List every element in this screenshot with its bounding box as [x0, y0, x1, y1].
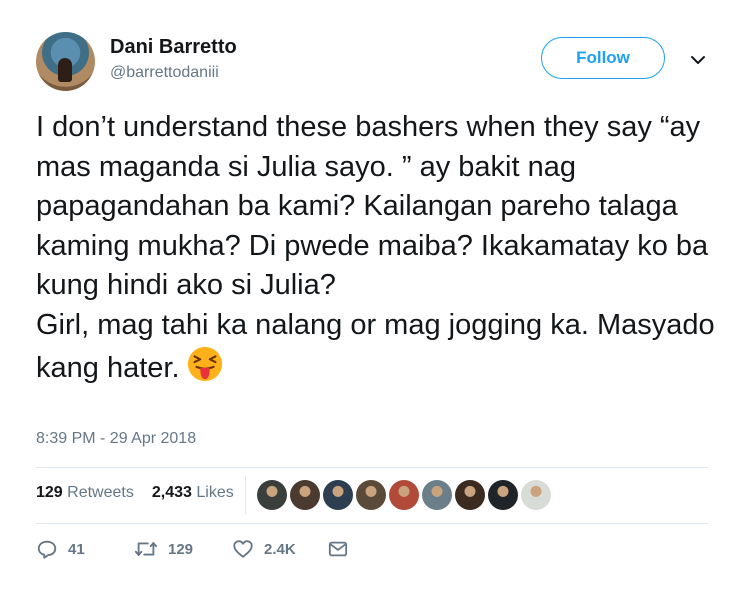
chevron-down-icon[interactable] [688, 50, 708, 70]
divider [36, 523, 708, 524]
tweet-timestamp[interactable]: 8:39 PM - 29 Apr 2018 [36, 430, 196, 448]
follow-button[interactable]: Follow [541, 37, 665, 79]
like-count: 2.4K [264, 540, 296, 558]
heart-icon [233, 540, 253, 558]
reply-icon [37, 540, 57, 559]
divider [36, 467, 708, 468]
liker-avatar[interactable] [356, 480, 386, 510]
retweet-count: 129 [168, 540, 194, 558]
retweets-count: 129 [36, 484, 63, 501]
tweet-text: I don’t understand these bashers when th… [36, 108, 716, 389]
tweet-actions: 41 129 2.4K [36, 538, 348, 560]
liker-avatar[interactable] [389, 480, 419, 510]
envelope-icon [328, 541, 348, 557]
reply-button[interactable]: 41 [36, 538, 134, 560]
retweet-button[interactable]: 129 [134, 538, 232, 560]
squinting-face-with-tongue-icon [187, 346, 222, 382]
liker-avatar[interactable] [290, 480, 320, 510]
liker-avatar[interactable] [455, 480, 485, 510]
likes-count: 2,433 [151, 484, 192, 501]
author-name[interactable]: Dani Barretto [110, 36, 237, 59]
likes-label: Likes [196, 484, 234, 501]
liker-avatar[interactable] [323, 480, 353, 510]
liker-avatar[interactable] [488, 480, 518, 510]
stats-separator [245, 476, 246, 514]
liker-avatar[interactable] [257, 480, 287, 510]
reply-count: 41 [68, 540, 85, 558]
tweet-body: I don’t understand these bashers when th… [36, 111, 715, 384]
liker-avatar[interactable] [521, 480, 551, 510]
retweets-label: Retweets [67, 484, 134, 501]
author-handle[interactable]: @barrettodaniii [110, 64, 219, 82]
avatar[interactable] [36, 32, 95, 91]
likes-stat[interactable]: 2,433 Likes [152, 484, 234, 502]
like-button[interactable]: 2.4K [232, 538, 328, 560]
liker-avatar[interactable] [422, 480, 452, 510]
retweets-stat[interactable]: 129 Retweets [36, 484, 134, 502]
direct-message-button[interactable] [328, 539, 348, 559]
tweet-stats: 129 Retweets 2,433 Likes [36, 484, 234, 502]
liker-avatars [257, 480, 551, 510]
retweet-icon [134, 542, 158, 556]
